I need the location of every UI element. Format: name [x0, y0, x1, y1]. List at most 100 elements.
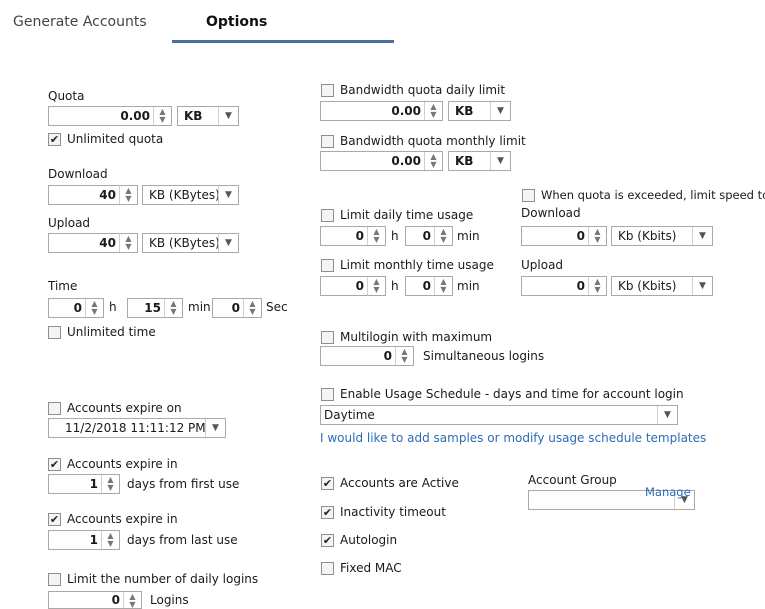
limit-speed-download-unit-select[interactable]: Kb (Kbits) ▼ — [611, 226, 713, 246]
quota-unit-select[interactable]: KB ▼ — [177, 106, 239, 126]
spin-arrows-icon[interactable]: ▲ ▼ — [101, 475, 119, 493]
bw-monthly-checkbox[interactable] — [321, 135, 334, 148]
daily-logins-stepper[interactable]: 0 ▲ ▼ — [48, 591, 142, 609]
quota-stepper[interactable]: 0.00 ▲ ▼ — [48, 106, 172, 126]
time-seconds-stepper[interactable]: 0 ▲ ▼ — [212, 298, 262, 318]
spin-arrows-icon[interactable]: ▲ ▼ — [119, 234, 137, 252]
time-minutes-unit: min — [188, 300, 211, 314]
expire-on-date-picker[interactable]: 11/2/2018 11:11:12 PM ▼ — [48, 418, 226, 438]
spin-arrows-icon[interactable]: ▲ ▼ — [164, 299, 182, 317]
multilogin-stepper[interactable]: 0 ▲ ▼ — [320, 346, 414, 366]
chevron-down-icon[interactable]: ▼ — [657, 406, 677, 424]
unlimited-quota-checkbox[interactable]: ✔ — [48, 133, 61, 146]
limit-speed-checkbox[interactable] — [522, 189, 535, 202]
chevron-down-icon[interactable]: ▼ — [218, 186, 238, 204]
chevron-down-icon[interactable]: ▼ — [692, 227, 712, 245]
daily-time-minutes-stepper[interactable]: 0 ▲ ▼ — [405, 226, 453, 246]
limit-speed-download-label: Download — [521, 206, 581, 220]
monthly-time-minutes-unit: min — [457, 279, 480, 293]
chevron-down-icon[interactable]: ▼ — [490, 102, 510, 120]
upload-stepper[interactable]: 40 ▲ ▼ — [48, 233, 138, 253]
spin-arrows-icon[interactable]: ▲ ▼ — [588, 277, 606, 295]
unlimited-time-checkbox[interactable] — [48, 326, 61, 339]
spin-arrows-icon[interactable]: ▲ ▼ — [424, 102, 442, 120]
spin-arrows-icon[interactable]: ▲ ▼ — [395, 347, 413, 365]
bw-daily-stepper[interactable]: 0.00 ▲ ▼ — [320, 101, 443, 121]
inactivity-timeout-checkbox[interactable]: ✔ — [321, 506, 334, 519]
daily-time-hours-value: 0 — [355, 229, 364, 243]
spin-arrows-icon[interactable]: ▲ ▼ — [367, 227, 385, 245]
expire-first-use-stepper[interactable]: 1 ▲ ▼ — [48, 474, 120, 494]
time-hours-stepper[interactable]: 0 ▲ ▼ — [48, 298, 104, 318]
schedule-templates-link[interactable]: I would like to add samples or modify us… — [320, 431, 706, 445]
quota-value: 0.00 — [120, 109, 150, 123]
daily-logins-checkbox[interactable] — [48, 573, 61, 586]
spin-arrows-icon[interactable]: ▲ ▼ — [153, 107, 171, 125]
bw-monthly-value: 0.00 — [391, 154, 421, 168]
daily-time-hours-stepper[interactable]: 0 ▲ ▼ — [320, 226, 386, 246]
spin-arrows-icon[interactable]: ▲ ▼ — [243, 299, 261, 317]
fixed-mac-label: Fixed MAC — [340, 561, 402, 575]
spin-arrows-icon[interactable]: ▲ ▼ — [434, 227, 452, 245]
chevron-down-icon[interactable]: ▼ — [205, 419, 225, 437]
limit-speed-download-stepper[interactable]: 0 ▲ ▼ — [521, 226, 607, 246]
chevron-down-icon[interactable]: ▼ — [692, 277, 712, 295]
autologin-checkbox[interactable]: ✔ — [321, 534, 334, 547]
expire-first-use-suffix: days from first use — [127, 477, 240, 491]
download-stepper[interactable]: 40 ▲ ▼ — [48, 185, 138, 205]
tab-generate-accounts[interactable]: Generate Accounts — [13, 14, 147, 30]
chevron-down-icon[interactable]: ▼ — [218, 234, 238, 252]
bw-daily-unit: KB — [455, 104, 474, 118]
limit-speed-upload-unit-select[interactable]: Kb (Kbits) ▼ — [611, 276, 713, 296]
expire-on-checkbox[interactable] — [48, 402, 61, 415]
upload-unit-select[interactable]: KB (KBytes) ▼ — [142, 233, 239, 253]
spin-arrows-icon[interactable]: ▲ ▼ — [434, 277, 452, 295]
monthly-time-hours-stepper[interactable]: 0 ▲ ▼ — [320, 276, 386, 296]
time-seconds-value: 0 — [231, 301, 240, 315]
autologin-label: Autologin — [340, 533, 398, 547]
multilogin-checkbox[interactable] — [321, 331, 334, 344]
daily-logins-label: Limit the number of daily logins — [67, 572, 259, 586]
expire-last-use-checkbox[interactable]: ✔ — [48, 513, 61, 526]
spin-arrows-icon[interactable]: ▲ ▼ — [123, 592, 141, 609]
spin-arrows-icon[interactable]: ▲ ▼ — [119, 186, 137, 204]
account-group-manage-link[interactable]: Manage — [645, 485, 691, 499]
schedule-select[interactable]: Daytime ▼ — [320, 405, 678, 425]
limit-speed-upload-unit: Kb (Kbits) — [618, 279, 677, 293]
expire-last-use-stepper[interactable]: 1 ▲ ▼ — [48, 530, 120, 550]
bw-daily-checkbox[interactable] — [321, 84, 334, 97]
time-hours-unit: h — [109, 300, 117, 314]
spin-arrows-icon[interactable]: ▲ ▼ — [101, 531, 119, 549]
multilogin-suffix: Simultaneous logins — [423, 349, 545, 363]
bw-daily-unit-select[interactable]: KB ▼ — [448, 101, 511, 121]
accounts-active-checkbox[interactable]: ✔ — [321, 477, 334, 490]
limit-speed-upload-stepper[interactable]: 0 ▲ ▼ — [521, 276, 607, 296]
monthly-time-label: Limit monthly time usage — [340, 258, 494, 272]
quota-label: Quota — [48, 89, 85, 103]
monthly-time-hours-value: 0 — [355, 279, 364, 293]
chevron-down-icon[interactable]: ▼ — [490, 152, 510, 170]
upload-value: 40 — [99, 236, 116, 250]
bw-monthly-unit-select[interactable]: KB ▼ — [448, 151, 511, 171]
expire-first-use-checkbox[interactable]: ✔ — [48, 458, 61, 471]
tab-options[interactable]: Options — [206, 14, 267, 30]
daily-time-checkbox[interactable] — [321, 209, 334, 222]
schedule-checkbox[interactable] — [321, 388, 334, 401]
expire-first-use-label: Accounts expire in — [67, 457, 178, 471]
monthly-time-checkbox[interactable] — [321, 259, 334, 272]
fixed-mac-checkbox[interactable] — [321, 562, 334, 575]
monthly-time-minutes-stepper[interactable]: 0 ▲ ▼ — [405, 276, 453, 296]
spin-arrows-icon[interactable]: ▲ ▼ — [588, 227, 606, 245]
limit-speed-download-unit: Kb (Kbits) — [618, 229, 677, 243]
download-unit-select[interactable]: KB (KBytes) ▼ — [142, 185, 239, 205]
limit-speed-label: When quota is exceeded, limit speed to — [541, 188, 765, 202]
chevron-down-icon[interactable]: ▼ — [218, 107, 238, 125]
expire-on-date: 11/2/2018 11:11:12 PM — [65, 421, 206, 435]
spin-arrows-icon[interactable]: ▲ ▼ — [424, 152, 442, 170]
time-minutes-value: 15 — [144, 301, 161, 315]
time-minutes-stepper[interactable]: 15 ▲ ▼ — [127, 298, 183, 318]
spin-arrows-icon[interactable]: ▲ ▼ — [367, 277, 385, 295]
spin-arrows-icon[interactable]: ▲ ▼ — [85, 299, 103, 317]
bw-monthly-stepper[interactable]: 0.00 ▲ ▼ — [320, 151, 443, 171]
bw-daily-label: Bandwidth quota daily limit — [340, 83, 506, 97]
